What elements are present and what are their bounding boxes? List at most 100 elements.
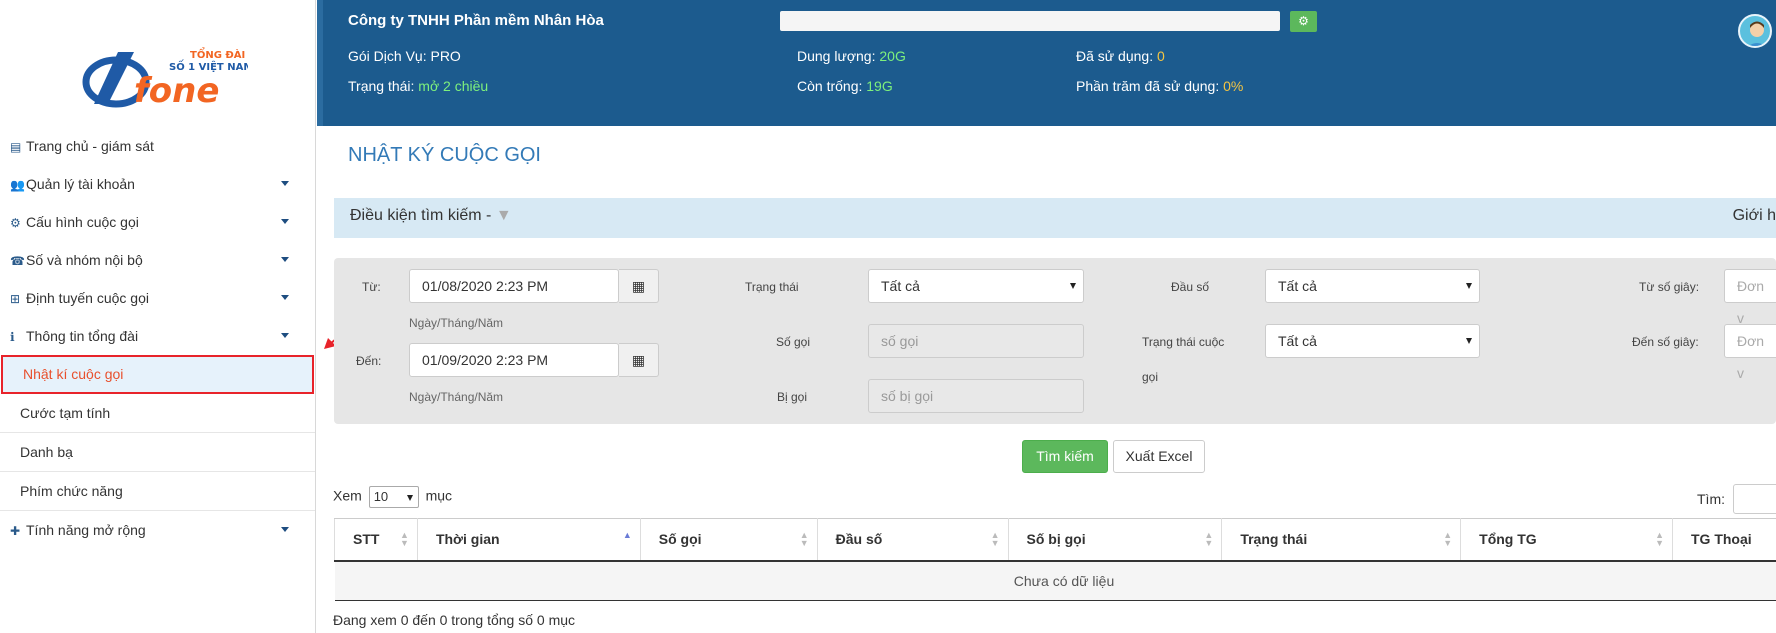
sort-icon: ▲ ▼ [1443, 530, 1453, 548]
callee-input[interactable]: số bị gọi [868, 379, 1084, 413]
table-row: Chưa có dữ liệu [334, 560, 1776, 601]
company-name: Công ty TNHH Phần mềm Nhân Hòa [348, 12, 604, 29]
column-label: TG Thoại [1691, 531, 1752, 548]
call-status-label: Trạng thái cuộc [1142, 335, 1225, 349]
status-select-value: Tất cả [881, 278, 920, 294]
search-conditions-label: Điều kiện tìm kiếm - [350, 207, 492, 224]
sort-icon: ▲ ▼ [799, 530, 809, 548]
page-length-select[interactable]: 10 [368, 486, 419, 508]
sidebar-item-pbx-info[interactable]: ℹ Thông tin tổng đài [0, 317, 315, 355]
from-calendar-button[interactable]: ▦ [619, 269, 659, 303]
entries-label: mục [425, 487, 453, 504]
to-date-hint: Ngày/Tháng/Năm [409, 390, 504, 404]
call-status-select-value: Tất cả [1278, 333, 1317, 349]
user-avatar[interactable] [1738, 14, 1772, 48]
prefix-select[interactable]: Tất cả [1265, 269, 1480, 303]
users-icon: 👥 [10, 178, 25, 192]
calendar-icon: ▦ [631, 352, 646, 368]
chevron-down-icon [1466, 283, 1472, 289]
column-header[interactable]: Tổng TG ▲ ▼ [1460, 518, 1673, 562]
caller-input[interactable]: số gọi [868, 324, 1084, 358]
sidebar-item-label: Cấu hình cuộc gọi [26, 214, 139, 230]
header-edge [317, 0, 323, 126]
empty-message: Chưa có dữ liệu [334, 560, 1776, 601]
column-label: Đầu số [835, 531, 883, 548]
sidebar-item-label: Quản lý tài khoản [26, 176, 135, 192]
prefix-select-value: Tất cả [1278, 278, 1317, 294]
capacity-label: Dung lượng: [797, 48, 876, 64]
export-excel-button[interactable]: Xuất Excel [1113, 440, 1205, 473]
table-header-row: STT ▲ ▼ Thời gian ▲ Số gọi ▲ ▼ Đầu số ▲ ▼ Số bị… [334, 518, 1776, 562]
chevron-down-icon [281, 527, 289, 532]
sort-asc-icon: ▲ [622, 530, 632, 540]
sidebar-item-home[interactable]: ▤ Trang chủ - giám sát [0, 127, 315, 165]
sidebar-subitem-function-keys[interactable]: Phím chức năng [0, 472, 315, 511]
sort-icon: ▲ ▼ [1655, 530, 1664, 548]
info-icon: ℹ [10, 330, 15, 344]
sidebar-item-accounts[interactable]: 👥Quản lý tài khoản [0, 165, 315, 203]
sidebar-item-label: Trang chủ - giám sát [26, 138, 154, 154]
to-seconds-input[interactable]: Đơn v [1724, 324, 1776, 381]
status-label: Trạng thái: [348, 78, 415, 94]
sitemap-icon: ⊞ [10, 292, 21, 306]
sidebar-item-extensions[interactable]: ✚ Tính năng mở rộng [0, 511, 315, 549]
prefix-label: Đầu số [1171, 280, 1210, 294]
settings-button[interactable]: ⚙ [1290, 11, 1317, 32]
column-header[interactable]: STT ▲ ▼ [334, 518, 418, 562]
call-status-label-cont: gọi [1142, 370, 1159, 384]
puzzle-icon: ✚ [10, 524, 21, 538]
show-label: Xem [333, 487, 362, 504]
call-status-select[interactable]: Tất cả [1265, 324, 1480, 358]
sidebar-item-internal-numbers[interactable]: ☎Số và nhóm nội bộ [0, 241, 315, 279]
chevron-down-icon [281, 333, 289, 338]
from-date-input[interactable]: 01/08/2020 2:23 PM [409, 269, 619, 303]
search-button[interactable]: Tìm kiếm [1022, 440, 1108, 473]
sidebar-item-label: Thông tin tổng đài [26, 328, 139, 344]
vfone-logo[interactable]: fone TỔNG ĐÀI SỐ 1 VIỆT NAM [78, 44, 253, 111]
sidebar-item-routing[interactable]: ⊞ Định tuyến cuộc gọi [0, 279, 315, 317]
sidebar-item-label: Định tuyến cuộc gọi [26, 290, 149, 306]
sidebar-subitem-temp-charges[interactable]: Cước tạm tính [0, 394, 315, 433]
line-status: Trạng thái: mở 2 chiều [348, 78, 488, 94]
column-label: Tổng TG [1479, 531, 1537, 548]
column-label: Thời gian [435, 531, 500, 548]
sidebar-item-call-config[interactable]: ⚙ Cấu hình cuộc gọi [0, 203, 315, 241]
to-label: Đến: [356, 354, 382, 368]
table-info: Đang xem 0 đến 0 trong tổng số 0 mục [333, 612, 576, 628]
from-seconds-input[interactable]: Đơn v [1724, 269, 1776, 326]
status-select[interactable]: Tất cả [868, 269, 1084, 303]
chevron-down-icon [1466, 338, 1472, 344]
column-header[interactable]: Trạng thái ▲ ▼ [1221, 518, 1462, 562]
column-header[interactable]: Đầu số ▲ ▼ [816, 518, 1009, 562]
capacity: Dung lượng: 20G [797, 48, 906, 64]
chevron-down-icon [281, 219, 289, 224]
header-search-input[interactable] [780, 11, 1280, 31]
from-seconds-label: Từ số giây: [1639, 280, 1700, 294]
percent-used: Phần trăm đã sử dụng: 0% [1076, 78, 1243, 94]
column-label: Số gọi [658, 531, 702, 548]
sort-icon: ▲ ▼ [1204, 530, 1214, 548]
chevron-down-icon [281, 257, 289, 262]
column-header[interactable]: TG Thoại [1672, 518, 1776, 562]
table-search-input[interactable] [1733, 484, 1776, 514]
search-conditions-bar[interactable]: Điều kiện tìm kiếm - ▼ Giới h [334, 198, 1776, 238]
chevron-down-icon [1070, 283, 1076, 289]
service-label: Gói Dịch Vụ: [348, 48, 427, 64]
percent-label: Phần trăm đã sử dụng: [1076, 78, 1220, 94]
svg-text:TỔNG ĐÀI: TỔNG ĐÀI [190, 46, 245, 61]
to-date-input[interactable]: 01/09/2020 2:23 PM [409, 343, 619, 377]
status-label: Trạng thái [745, 280, 799, 294]
column-header[interactable]: Thời gian ▲ [416, 518, 641, 562]
to-calendar-button[interactable]: ▦ [619, 343, 659, 377]
page-length-control: Xem 10 mục [333, 486, 452, 508]
sidebar-subitem-call-log[interactable]: Nhật kí cuộc gọi [1, 355, 314, 394]
used-label: Đã sử dụng: [1076, 48, 1154, 64]
used-value: 0 [1156, 48, 1165, 64]
caller-label: Số gọi [776, 335, 811, 349]
column-header[interactable]: Số bị gọi ▲ ▼ [1007, 518, 1223, 562]
filter-icon: ▼ [495, 207, 512, 224]
column-header[interactable]: Số gọi ▲ ▼ [639, 518, 818, 562]
free-space: Còn trống: 19G [797, 78, 893, 94]
table-search-label: Tìm: [1697, 491, 1725, 507]
sidebar-subitem-contacts[interactable]: Danh bạ [0, 433, 315, 472]
